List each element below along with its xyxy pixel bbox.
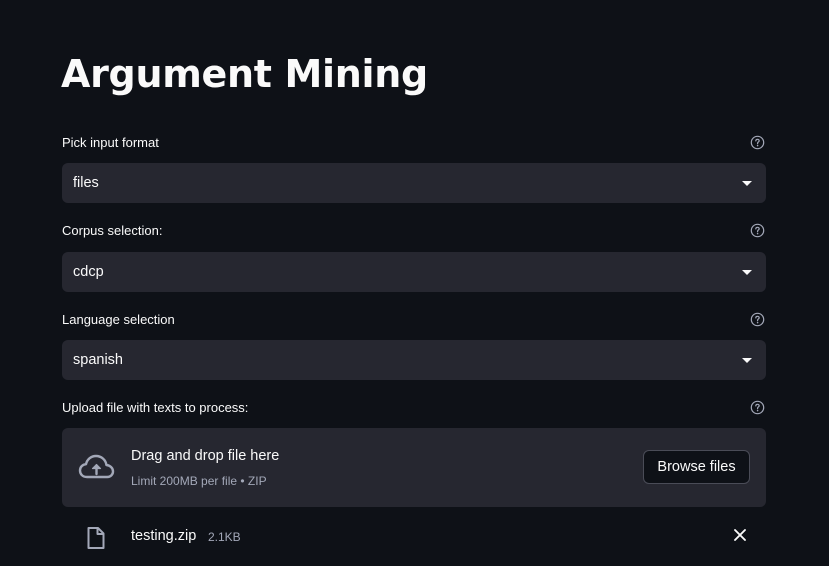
dropzone-instructions: Drag and drop file here (131, 448, 280, 464)
chevron-down-icon (742, 181, 752, 186)
page-title: Argument Mining (61, 52, 428, 96)
file-icon (87, 527, 105, 549)
browse-files-button[interactable]: Browse files (643, 450, 750, 484)
input-format-select[interactable]: files (62, 163, 766, 203)
corpus-select[interactable]: cdcp (62, 252, 766, 292)
corpus-value: cdcp (73, 264, 104, 280)
file-dropzone[interactable]: Drag and drop file here Limit 200MB per … (62, 428, 766, 507)
uploaded-file-size: 2.1KB (208, 530, 241, 544)
chevron-down-icon (742, 358, 752, 363)
chevron-down-icon (742, 270, 752, 275)
help-circle-icon[interactable] (750, 312, 765, 327)
corpus-label: Corpus selection: (62, 223, 163, 238)
cloud-upload-icon (78, 454, 115, 479)
help-circle-icon[interactable] (750, 400, 765, 415)
upload-label: Upload file with texts to process: (62, 400, 249, 415)
dropzone-limit-text: Limit 200MB per file • ZIP (131, 474, 267, 488)
uploaded-file-row: testing.zip 2.1KB (62, 518, 766, 556)
help-circle-icon[interactable] (750, 223, 765, 238)
language-select[interactable]: spanish (62, 340, 766, 380)
input-format-value: files (73, 175, 99, 191)
close-icon[interactable] (733, 528, 747, 542)
language-value: spanish (73, 352, 123, 368)
language-label: Language selection (62, 312, 175, 327)
uploaded-file-name: testing.zip (131, 528, 197, 544)
app-page: Argument Mining Pick input format files … (0, 0, 829, 566)
help-circle-icon[interactable] (750, 135, 765, 150)
input-format-label: Pick input format (62, 135, 159, 150)
